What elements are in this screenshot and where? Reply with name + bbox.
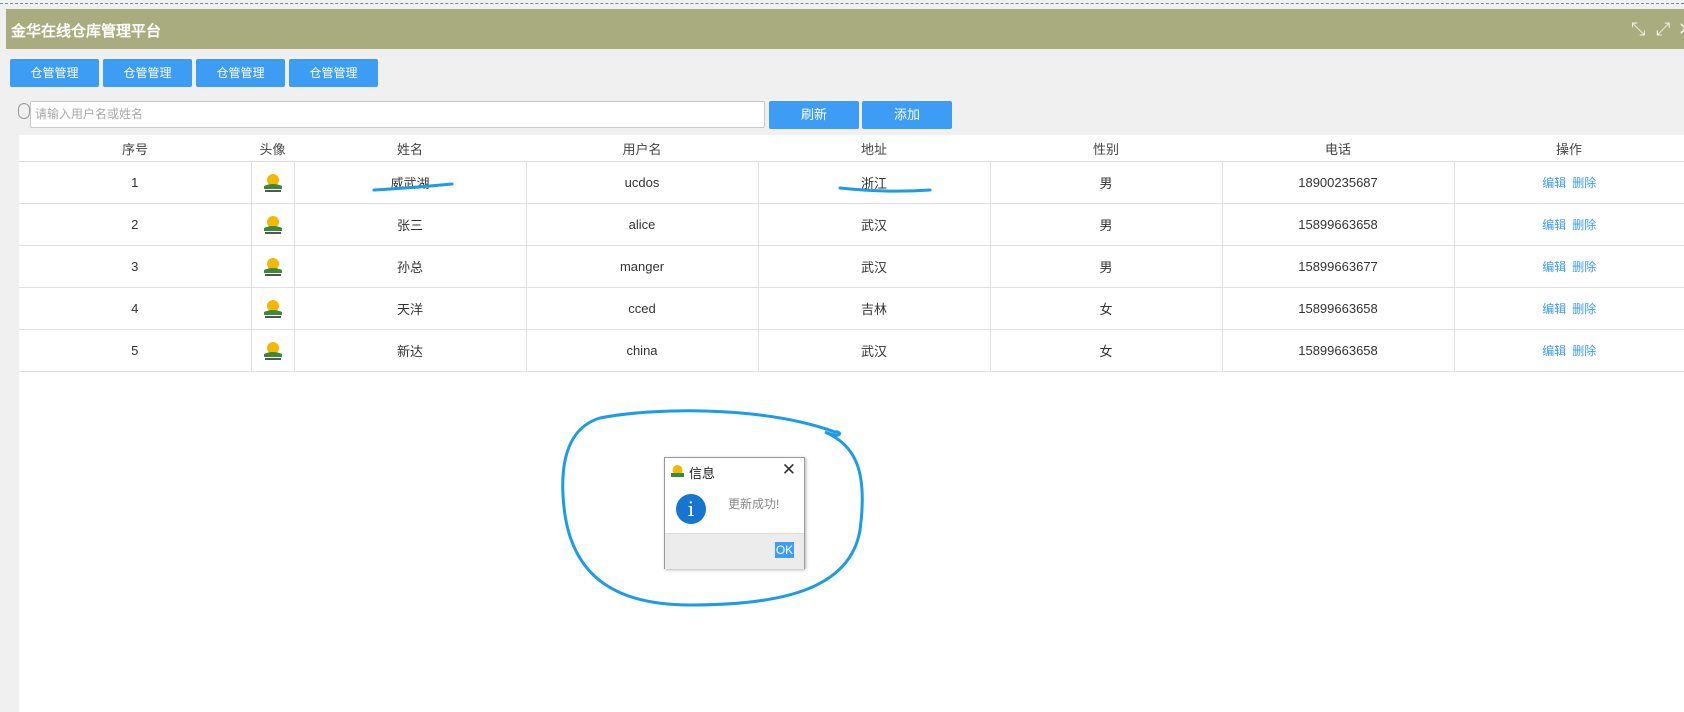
actions-cell: 编辑 删除: [1453, 245, 1684, 288]
avatar-icon: [263, 215, 282, 234]
top-border: [0, 0, 1684, 4]
add-button[interactable]: 添加: [862, 101, 952, 129]
table-row: 3 孙总 manger 武汉男 15899663677 编辑 删除: [19, 245, 1684, 288]
phone-cell: 15899663658: [1221, 329, 1455, 372]
col-header-name: 姓名: [294, 135, 526, 162]
ok-button[interactable]: OK: [775, 542, 794, 558]
title-bar: 金华在线仓库管理平台 ⤡ ⤢ ✕: [6, 9, 1684, 49]
no-cell: 3: [19, 245, 252, 288]
address-cell: 武汉: [757, 329, 991, 372]
col-header-address: 地址: [758, 135, 990, 162]
address-cell: 浙江: [757, 161, 991, 204]
edit-link[interactable]: 编辑: [1542, 218, 1566, 232]
no-cell: 1: [19, 161, 252, 204]
avatar-cell: [250, 245, 295, 288]
username-cell: manger: [525, 245, 759, 288]
address-cell: 武汉: [757, 203, 991, 246]
nav-button-4[interactable]: 仓管管理: [289, 59, 378, 87]
col-header-phone: 电话: [1222, 135, 1454, 162]
app-title: 金华在线仓库管理平台: [11, 23, 162, 40]
no-cell: 5: [19, 329, 252, 372]
col-header-no: 序号: [19, 135, 251, 162]
avatar-icon: [263, 299, 282, 318]
maximize-icon[interactable]: ⤢: [1656, 19, 1670, 40]
dialog-header: 信息 ✕: [665, 458, 804, 484]
no-cell: 4: [19, 287, 252, 330]
edit-link[interactable]: 编辑: [1542, 176, 1566, 190]
search-input[interactable]: 请输入用户名或姓名: [30, 101, 765, 128]
app-logo-icon: [671, 465, 684, 477]
name-cell: 新达: [293, 329, 527, 372]
avatar-icon: [263, 173, 282, 192]
dialog-close-icon[interactable]: ✕: [782, 460, 796, 480]
avatar-cell: [250, 203, 295, 246]
no-cell: 2: [19, 203, 252, 246]
info-dialog: 信息 ✕ i 更新成功! OK: [664, 457, 805, 569]
refresh-button[interactable]: 刷新: [769, 101, 859, 129]
delete-link[interactable]: 删除: [1572, 176, 1596, 190]
phone-cell: 15899663658: [1221, 203, 1455, 246]
name-cell: 威武湖: [293, 161, 527, 204]
close-icon[interactable]: ✕: [1678, 19, 1684, 40]
minimize-icon[interactable]: ⤡: [1631, 19, 1645, 40]
phone-cell: 18900235687: [1221, 161, 1455, 204]
nav-button-1[interactable]: 仓管管理: [10, 59, 99, 87]
table-row: 2 张三 alice 武汉男 15899663658 编辑 删除: [19, 203, 1684, 246]
table-row: 5 新达 china 武汉女 15899663658 编辑 删除: [19, 329, 1684, 372]
delete-link[interactable]: 删除: [1572, 344, 1596, 358]
dialog-footer: OK: [665, 533, 804, 569]
col-header-gender: 性别: [990, 135, 1222, 162]
nav-button-3[interactable]: 仓管管理: [196, 59, 285, 87]
avatar-cell: [250, 287, 295, 330]
edit-link[interactable]: 编辑: [1542, 344, 1566, 358]
username-cell: cced: [525, 287, 759, 330]
username-cell: alice: [525, 203, 759, 246]
gender-cell: 男: [989, 245, 1223, 288]
username-cell: ucdos: [525, 161, 759, 204]
name-cell: 张三: [293, 203, 527, 246]
avatar-cell: [250, 329, 295, 372]
address-cell: 武汉: [757, 245, 991, 288]
phone-cell: 15899663658: [1221, 287, 1455, 330]
table-row: 4 天洋 cced 吉林女 15899663658 编辑 删除: [19, 287, 1684, 330]
gender-cell: 女: [989, 329, 1223, 372]
gender-cell: 男: [989, 203, 1223, 246]
table-header: 序号 头像 姓名 用户名 地址 性别 电话 操作: [19, 135, 1684, 162]
avatar-icon: [263, 257, 282, 276]
dialog-title: 信息: [689, 466, 716, 481]
edit-link[interactable]: 编辑: [1542, 302, 1566, 316]
gender-cell: 男: [989, 161, 1223, 204]
col-header-username: 用户名: [526, 135, 758, 162]
user-table: 序号 头像 姓名 用户名 地址 性别 电话 操作 1 威武湖 ucdos 浙江男 189…: [19, 135, 1684, 712]
info-icon: i: [676, 494, 706, 524]
actions-cell: 编辑 删除: [1453, 329, 1684, 372]
name-cell: 天洋: [293, 287, 527, 330]
address-cell: 吉林: [757, 287, 991, 330]
phone-cell: 15899663677: [1221, 245, 1455, 288]
gender-cell: 女: [989, 287, 1223, 330]
actions-cell: 编辑 删除: [1453, 161, 1684, 204]
delete-link[interactable]: 删除: [1572, 302, 1596, 316]
col-header-actions: 操作: [1454, 135, 1684, 162]
delete-link[interactable]: 删除: [1572, 218, 1596, 232]
nav-button-2[interactable]: 仓管管理: [103, 59, 192, 87]
name-cell: 孙总: [293, 245, 527, 288]
avatar-cell: [250, 161, 295, 204]
edit-link[interactable]: 编辑: [1542, 260, 1566, 274]
table-row: 1 威武湖 ucdos 浙江男 18900235687 编辑 删除: [19, 161, 1684, 204]
search-icon: [18, 103, 30, 119]
col-header-avatar: 头像: [251, 135, 294, 162]
avatar-icon: [263, 341, 282, 360]
username-cell: china: [525, 329, 759, 372]
dialog-message: 更新成功!: [728, 497, 780, 511]
delete-link[interactable]: 删除: [1572, 260, 1596, 274]
actions-cell: 编辑 删除: [1453, 287, 1684, 330]
actions-cell: 编辑 删除: [1453, 203, 1684, 246]
